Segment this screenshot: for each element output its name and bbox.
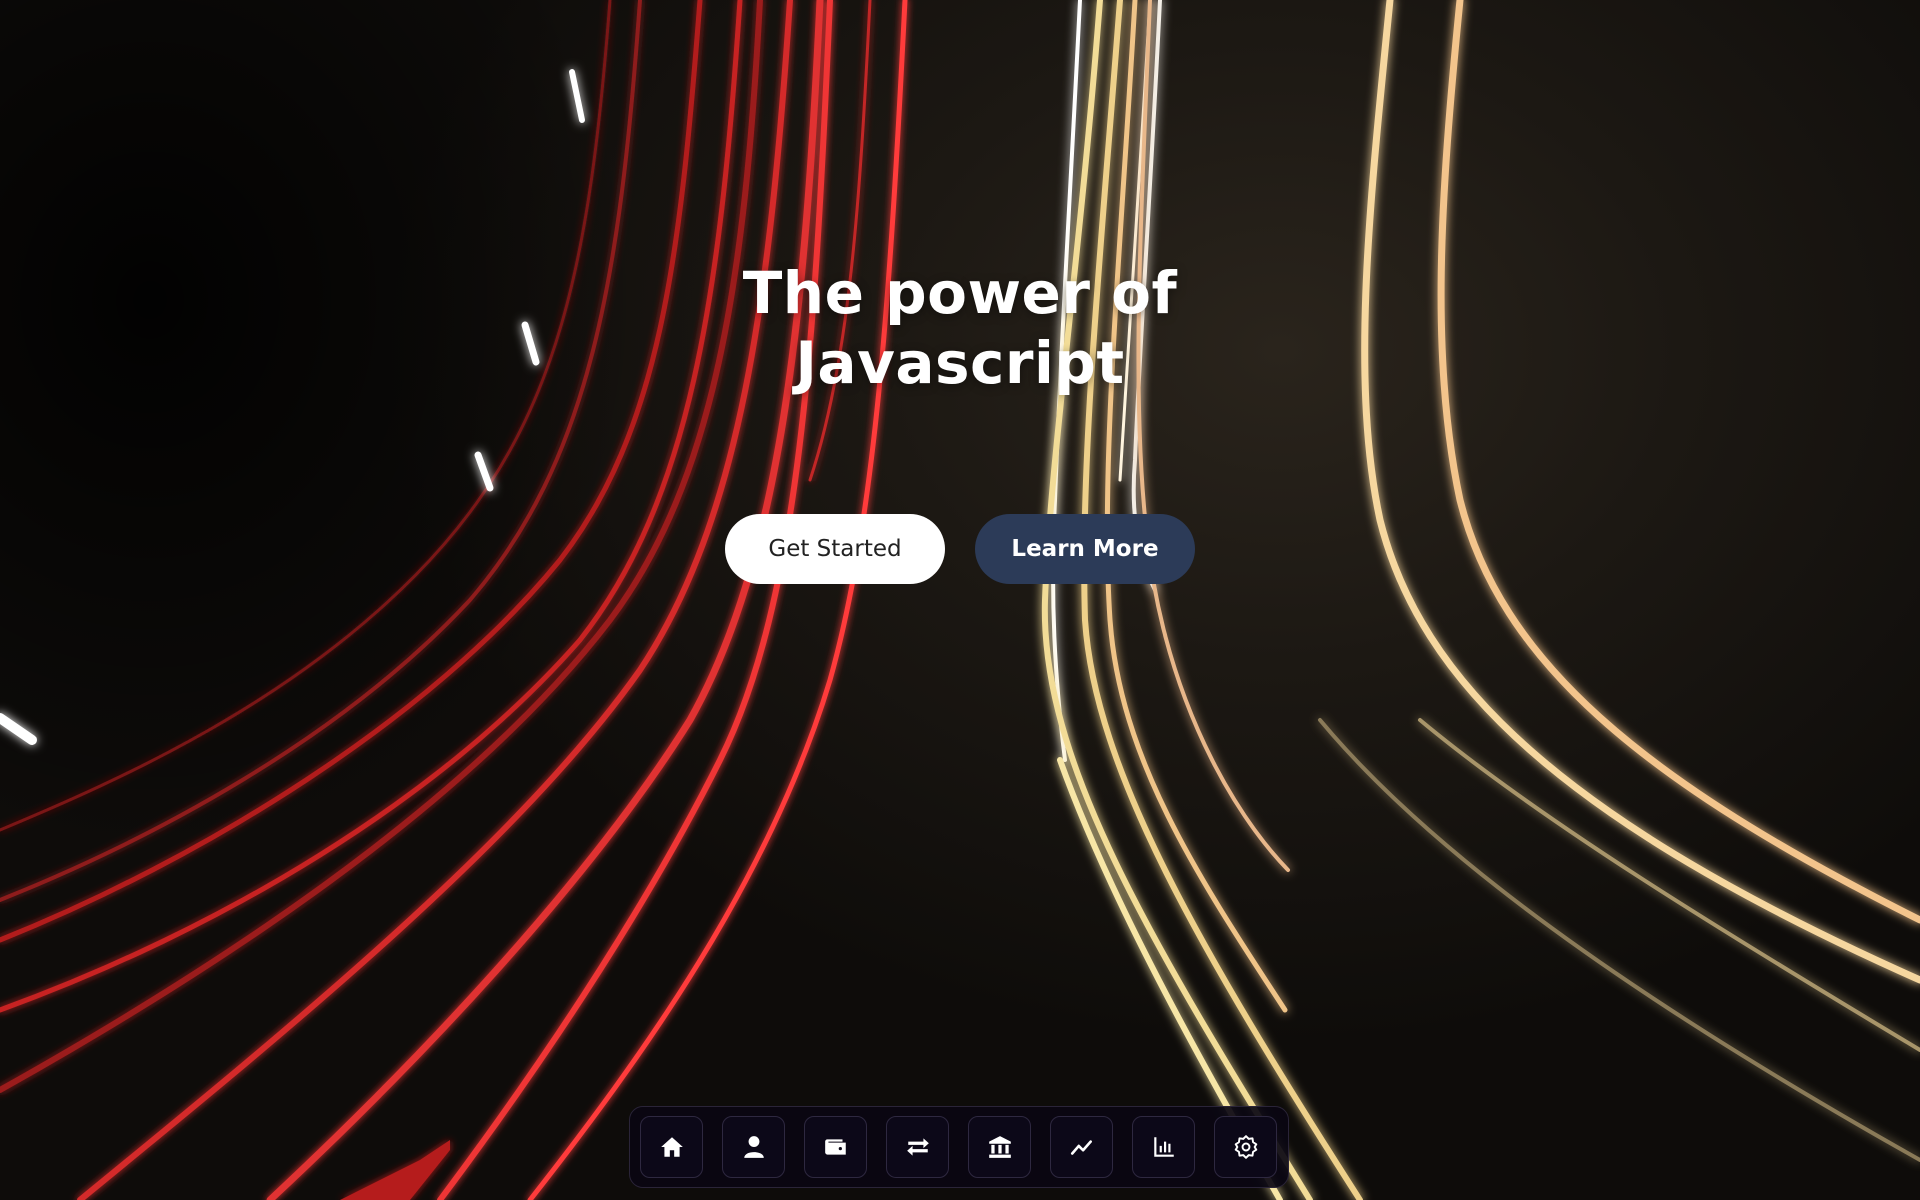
bank-icon [988,1136,1011,1158]
red-streaks [0,0,908,1200]
home-icon [660,1137,683,1157]
gear-icon [1234,1135,1257,1159]
light-streaks-graphic [0,0,1920,1200]
dock-item-profile[interactable] [722,1116,785,1178]
get-started-button[interactable]: Get Started [725,514,945,584]
dock-item-settings[interactable] [1214,1116,1277,1178]
user-icon [743,1136,764,1158]
arrows-exchange-icon [906,1138,929,1156]
learn-more-button[interactable]: Learn More [975,514,1195,584]
dock-item-transfer[interactable] [886,1116,949,1178]
hero-title: The power of Javascript [660,258,1260,398]
dock-item-home[interactable] [640,1116,703,1178]
hero-title-line1: The power of [742,259,1178,327]
gold-streaks [1041,0,1920,1200]
hero-background: The power of Javascript Get Started Learn… [0,0,1920,1200]
dock-item-bank[interactable] [968,1116,1031,1178]
bottom-dock [629,1106,1289,1188]
dock-item-analytics[interactable] [1132,1116,1195,1178]
trend-line-icon [1070,1140,1092,1155]
dock-item-trend[interactable] [1050,1116,1113,1178]
dock-item-wallet[interactable] [804,1116,867,1178]
bar-chart-icon [1153,1137,1174,1157]
hero-title-line2: Javascript [795,329,1125,397]
wallet-icon [824,1139,846,1155]
